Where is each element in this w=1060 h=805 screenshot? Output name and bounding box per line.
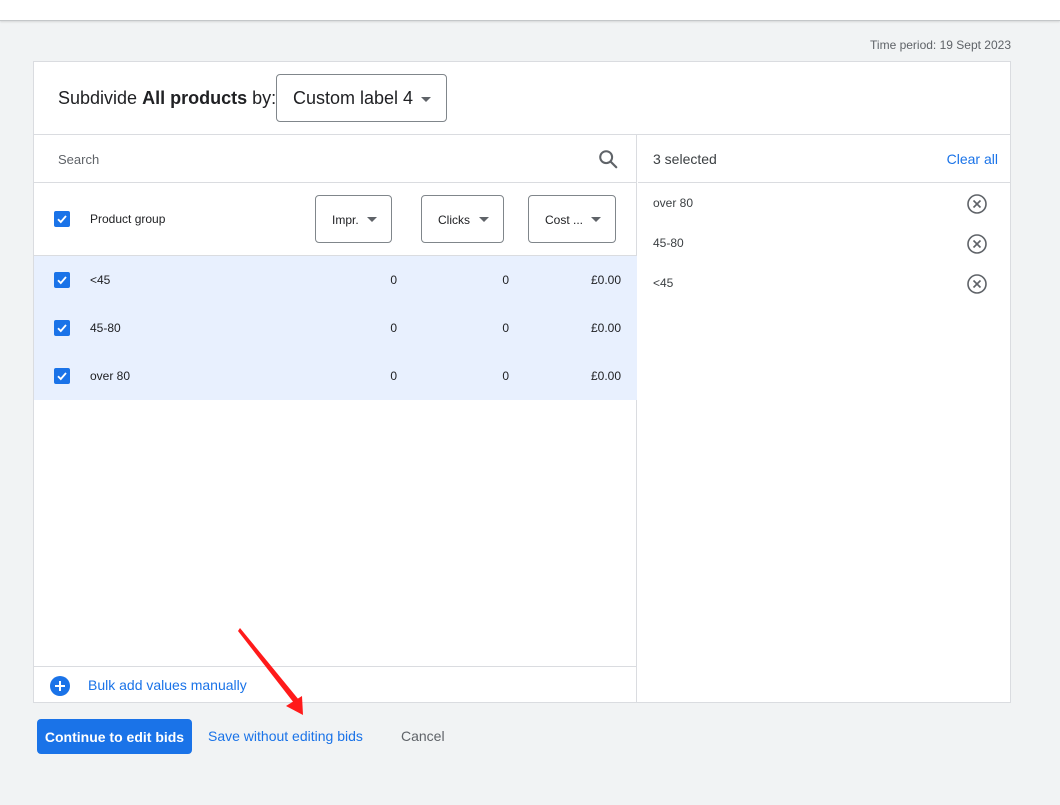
remove-circle-icon[interactable] bbox=[966, 273, 988, 295]
search-row bbox=[34, 135, 637, 183]
row-cost: £0.00 bbox=[590, 273, 621, 287]
cancel-button[interactable]: Cancel bbox=[401, 728, 445, 744]
subdivide-card: Subdivide All products by: Custom label … bbox=[33, 61, 1011, 703]
selected-header: 3 selected Clear all bbox=[638, 135, 1010, 183]
subdivide-scope: All products bbox=[142, 88, 248, 108]
row-impr: 0 bbox=[390, 369, 397, 383]
checkbox-checked-icon bbox=[57, 372, 67, 381]
row-checkbox[interactable] bbox=[54, 272, 70, 288]
metric-clicks-button[interactable]: Clicks bbox=[421, 195, 504, 243]
bulk-add-row[interactable]: Bulk add values manually bbox=[34, 666, 637, 702]
row-clicks: 0 bbox=[502, 369, 509, 383]
table-header: Product group Impr. Clicks Cost ... bbox=[34, 183, 637, 256]
row-impr: 0 bbox=[390, 273, 397, 287]
subdivide-suffix: by: bbox=[252, 88, 277, 108]
row-name: over 80 bbox=[90, 369, 131, 383]
caret-down-icon bbox=[421, 97, 431, 102]
row-cost: £0.00 bbox=[590, 321, 621, 335]
bulk-add-link[interactable]: Bulk add values manually bbox=[88, 677, 247, 693]
row-checkbox[interactable] bbox=[54, 320, 70, 336]
select-all-checkbox[interactable] bbox=[54, 211, 70, 227]
row-clicks: 0 bbox=[502, 273, 509, 287]
checkbox-checked-icon bbox=[57, 324, 67, 333]
selected-item: over 80 bbox=[638, 184, 1010, 224]
selected-item: <45 bbox=[638, 264, 1010, 304]
dimension-select[interactable]: Custom label 4 bbox=[276, 74, 447, 122]
continue-to-edit-bids-button[interactable]: Continue to edit bids bbox=[37, 719, 192, 754]
caret-down-icon bbox=[591, 217, 601, 222]
metric-impr-button[interactable]: Impr. bbox=[315, 195, 392, 243]
top-bar bbox=[0, 0, 1060, 21]
selected-item: 45-80 bbox=[638, 224, 1010, 264]
selected-pane: 3 selected Clear all over 80 45-80 <45 bbox=[638, 135, 1010, 702]
metric-impr-label: Impr. bbox=[332, 213, 359, 227]
clear-all-link[interactable]: Clear all bbox=[947, 151, 998, 167]
subdivide-title: Subdivide All products by: bbox=[58, 88, 276, 109]
selected-count: 3 selected bbox=[653, 151, 717, 167]
table-row[interactable]: 45-80 0 0 £0.00 bbox=[34, 304, 637, 352]
selected-item-name: 45-80 bbox=[653, 236, 684, 250]
row-impr: 0 bbox=[390, 321, 397, 335]
metric-cost-label: Cost ... bbox=[545, 213, 584, 227]
dimension-select-value: Custom label 4 bbox=[293, 87, 414, 108]
row-name: <45 bbox=[90, 273, 111, 287]
metric-clicks-label: Clicks bbox=[438, 213, 470, 227]
subdivide-prefix: Subdivide bbox=[58, 88, 138, 108]
subdivide-header: Subdivide All products by: Custom label … bbox=[34, 62, 1010, 135]
product-group-pane: Product group Impr. Clicks Cost ... <45 … bbox=[34, 135, 637, 702]
caret-down-icon bbox=[479, 217, 489, 222]
table-row[interactable]: over 80 0 0 £0.00 bbox=[34, 352, 637, 400]
metric-cost-button[interactable]: Cost ... bbox=[528, 195, 616, 243]
table-row[interactable]: <45 0 0 £0.00 bbox=[34, 256, 637, 304]
checkbox-checked-icon bbox=[57, 215, 67, 224]
save-without-editing-bids-button[interactable]: Save without editing bids bbox=[208, 728, 363, 744]
add-circle-icon[interactable] bbox=[50, 676, 70, 696]
remove-circle-icon[interactable] bbox=[966, 233, 988, 255]
table-body: <45 0 0 £0.00 45-80 0 0 £0.00 over 80 0 bbox=[34, 256, 637, 400]
selected-item-name: over 80 bbox=[653, 196, 694, 210]
selected-item-name: <45 bbox=[653, 276, 674, 290]
row-clicks: 0 bbox=[502, 321, 509, 335]
checkbox-checked-icon bbox=[57, 276, 67, 285]
remove-circle-icon[interactable] bbox=[966, 193, 988, 215]
time-period: Time period: 19 Sept 2023 bbox=[870, 38, 1011, 52]
caret-down-icon bbox=[367, 217, 377, 222]
search-input[interactable] bbox=[58, 149, 578, 169]
row-name: 45-80 bbox=[90, 321, 121, 335]
row-cost: £0.00 bbox=[590, 369, 621, 383]
row-checkbox[interactable] bbox=[54, 368, 70, 384]
search-icon[interactable] bbox=[597, 148, 619, 170]
column-product-group: Product group bbox=[90, 212, 166, 226]
